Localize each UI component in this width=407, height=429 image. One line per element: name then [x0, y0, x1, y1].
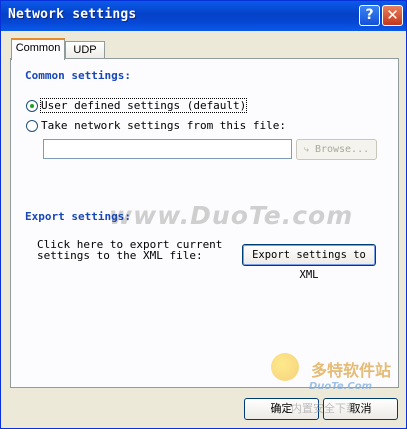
duote-logo-icon: [271, 353, 299, 381]
close-button[interactable]: ✕: [382, 5, 403, 26]
radio-selected-dot: [30, 104, 34, 108]
common-settings-heading: Common settings:: [25, 69, 131, 82]
tab-udp[interactable]: UDP: [65, 41, 105, 59]
watermark-overlay-text: 内置安全下载: [291, 402, 357, 415]
export-settings-heading: Export settings:: [25, 210, 131, 223]
help-button[interactable]: ?: [359, 5, 380, 26]
watermark-text: www.DuoTe.com: [109, 201, 354, 230]
tab-common[interactable]: Common: [11, 38, 65, 60]
export-settings-button[interactable]: Export settings to XML: [242, 244, 376, 281]
radio-from-file-label[interactable]: Take network settings from this file:: [41, 119, 286, 132]
browse-button[interactable]: ⤷ Browse...: [296, 139, 377, 160]
title-bar[interactable]: Network settings ? ✕: [1, 1, 406, 31]
radio-user-defined-label[interactable]: User defined settings (default): [39, 98, 248, 113]
radio-user-defined[interactable]: [26, 100, 38, 112]
export-description-line2: settings to the XML file:: [37, 249, 203, 262]
watermark-brand-en: DuoTe.Com: [309, 381, 373, 392]
browse-button-label: Browse...: [314, 144, 370, 155]
browse-icon: ⤷: [303, 145, 309, 155]
watermark-brand-cn: 多特软件站: [311, 361, 392, 380]
window-title: Network settings: [8, 7, 137, 22]
radio-from-file[interactable]: [26, 120, 38, 132]
network-settings-dialog: Network settings ? ✕ Common UDP Common s…: [0, 0, 407, 429]
settings-file-path-input[interactable]: [43, 139, 292, 159]
